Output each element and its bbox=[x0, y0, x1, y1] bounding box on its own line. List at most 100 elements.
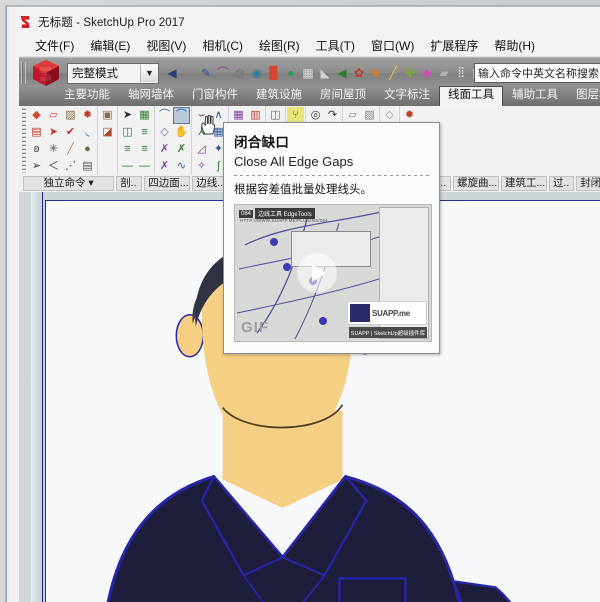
edge-x-icon[interactable]: ✗ bbox=[156, 141, 173, 158]
edge-hand-icon[interactable]: ✋ bbox=[173, 124, 190, 141]
quick-icon-row[interactable]: ◀ ◌ ✎ ⌒ ◍ ◉ ▉ ● ▦ ◣ ◀ ✿ ❀ ╱ ✤ ◆ ▰ ⣿ ▣ ▸ … bbox=[164, 65, 520, 81]
caption-seal[interactable]: 封闭 bbox=[576, 176, 600, 191]
curve-blue-icon[interactable]: ◟ bbox=[79, 124, 96, 141]
diamond-icon[interactable]: ◆ bbox=[419, 65, 435, 81]
scale-icon[interactable]: ◣ bbox=[317, 65, 333, 81]
edge-y-icon[interactable]: ✗ bbox=[173, 141, 190, 158]
angle-icon[interactable]: ＜ bbox=[45, 158, 62, 175]
toolbar-grip[interactable] bbox=[21, 62, 26, 84]
cursor-dots-icon[interactable]: ⋰ bbox=[62, 158, 79, 175]
car-icon[interactable]: ▰ bbox=[436, 65, 452, 81]
tooltip-gif-preview[interactable]: 084 边线工具 EdgeTools HTTP://WWW.SUAPP.ME/P… bbox=[234, 204, 432, 342]
caption-transition[interactable]: 过.. bbox=[549, 176, 574, 191]
menu-window[interactable]: 窗口(W) bbox=[363, 35, 422, 57]
pencil-icon[interactable]: ✎ bbox=[198, 65, 214, 81]
menu-help[interactable]: 帮助(H) bbox=[486, 35, 543, 57]
tab-door-window[interactable]: 门窗构件 bbox=[183, 86, 247, 106]
tooltip-title: 闭合缺口 bbox=[234, 131, 430, 151]
leaf-icon[interactable]: ✤ bbox=[402, 65, 418, 81]
caption-section[interactable]: 剖.. bbox=[116, 176, 142, 191]
grid-icon[interactable]: ▦ bbox=[300, 65, 316, 81]
chevron-down-icon[interactable]: ▼ bbox=[140, 65, 158, 82]
tab-grid-wall[interactable]: 轴网墙体 bbox=[119, 86, 183, 106]
search-input[interactable]: 输入命令中英文名称搜索 bbox=[474, 63, 600, 83]
check-red-icon[interactable]: ✔ bbox=[62, 124, 79, 141]
tooltip-subtitle: Close All Edge Gaps bbox=[234, 154, 430, 169]
hatch-rect-icon[interactable]: ▤ bbox=[79, 158, 96, 175]
menu-draw[interactable]: 绘图(R) bbox=[251, 35, 308, 57]
toolbar-tabs[interactable]: 主要功能 轴网墙体 门窗构件 建筑设施 房间屋顶 文字标注 线面工具 辅助工具 … bbox=[19, 87, 600, 106]
play-icon[interactable] bbox=[297, 253, 337, 293]
balloon-icon[interactable]: ● bbox=[283, 65, 299, 81]
paint-bucket-icon[interactable]: ▉ bbox=[266, 65, 282, 81]
menu-file[interactable]: 文件(F) bbox=[27, 35, 82, 57]
suapp-wordmark: SUAPP.me bbox=[372, 309, 410, 318]
section-corner-icon[interactable]: ◪ bbox=[99, 124, 116, 141]
caption-independent-commands[interactable]: 独立命令 ▾ bbox=[23, 176, 114, 191]
menu-bar[interactable]: 文件(F) 编辑(E) 视图(V) 相机(C) 绘图(R) 工具(T) 窗口(W… bbox=[19, 35, 600, 57]
solid-hatch-icon[interactable]: ▨ bbox=[62, 107, 79, 124]
close-all-edge-gaps-icon[interactable]: ⌒ bbox=[173, 107, 190, 124]
document-left-border bbox=[42, 192, 43, 602]
palette-icon[interactable]: ❀ bbox=[368, 65, 384, 81]
eraser-icon[interactable]: ◍ bbox=[232, 65, 248, 81]
caption-quadface[interactable]: 四边面... bbox=[144, 176, 190, 191]
menu-view[interactable]: 视图(V) bbox=[138, 35, 194, 57]
line-icon[interactable]: ╱ bbox=[385, 65, 401, 81]
fan-icon[interactable]: ✿ bbox=[351, 65, 367, 81]
gif-tag-number: 084 bbox=[239, 210, 253, 218]
title-bar: 无标题 - SketchUp Pro 2017 bbox=[19, 11, 600, 33]
box-red-icon[interactable]: ▤ bbox=[28, 124, 45, 141]
loop-icon[interactable]: ʚ bbox=[28, 141, 45, 158]
menu-extensions[interactable]: 扩展程序 bbox=[422, 35, 486, 57]
quad-line-plus-icon[interactable]: — bbox=[136, 158, 153, 175]
quad-split-icon[interactable]: ◫ bbox=[119, 124, 136, 141]
solid-push-icon[interactable]: ◆ bbox=[28, 107, 45, 124]
wing-icon[interactable]: ➢ bbox=[28, 158, 45, 175]
window-title: 无标题 - SketchUp Pro 2017 bbox=[38, 14, 185, 30]
arrow-red-icon[interactable]: ➤ bbox=[45, 124, 62, 141]
circle-dashed-icon[interactable]: ◌ bbox=[181, 65, 197, 81]
edge-diamond-icon[interactable]: ◇ bbox=[156, 124, 173, 141]
quad-grid-icon[interactable]: ▦ bbox=[136, 107, 153, 124]
menu-tools[interactable]: 工具(T) bbox=[308, 35, 363, 57]
tab-building-facility[interactable]: 建筑设施 bbox=[247, 86, 311, 106]
dots-grid-icon[interactable]: ⣿ bbox=[453, 65, 469, 81]
tab-helper-tools[interactable]: 辅助工具 bbox=[503, 86, 567, 106]
sphere-icon[interactable]: ● bbox=[79, 141, 96, 158]
arrow-select-icon[interactable]: ➤ bbox=[119, 107, 136, 124]
menu-edit[interactable]: 编辑(E) bbox=[82, 35, 138, 57]
asterisk-icon[interactable]: ✳ bbox=[45, 141, 62, 158]
quad-line-icon[interactable]: — bbox=[119, 158, 136, 175]
tab-text-label[interactable]: 文字标注 bbox=[375, 86, 439, 106]
quad-lines-plus-icon[interactable]: ≡ bbox=[119, 141, 136, 158]
tab-line-face-tools[interactable]: 线面工具 bbox=[439, 86, 503, 106]
flag-icon[interactable]: ◀ bbox=[334, 65, 350, 81]
gif-badge: GIF bbox=[241, 319, 269, 336]
quad-lines-minus-icon[interactable]: ≡ bbox=[136, 141, 153, 158]
menu-camera[interactable]: 相机(C) bbox=[194, 35, 251, 57]
solid-plane-icon[interactable]: ▱ bbox=[45, 107, 62, 124]
caption-architecture[interactable]: 建筑工... bbox=[501, 176, 547, 191]
tab-room-roof[interactable]: 房间屋顶 bbox=[311, 86, 375, 106]
bevel-icon[interactable]: ◿ bbox=[193, 141, 210, 158]
edge-arc-icon[interactable]: ⌒ bbox=[156, 107, 173, 124]
palette-grip[interactable] bbox=[22, 108, 26, 173]
star-purple-icon[interactable]: ✧ bbox=[193, 158, 210, 175]
quad-lines-icon[interactable]: ≡ bbox=[136, 124, 153, 141]
solid-star-icon[interactable]: ✹ bbox=[79, 107, 96, 124]
mode-select[interactable]: 完整模式 ▼ bbox=[67, 63, 159, 84]
tooltip-description: 根据容差值批量处理线头。 bbox=[234, 181, 430, 197]
section-cube-icon[interactable]: ▣ bbox=[99, 107, 116, 124]
select-icon[interactable]: ◀ bbox=[164, 65, 180, 81]
tab-layer-group[interactable]: 图层群组 bbox=[567, 86, 600, 106]
palette-group-independent: ◆ ▱ ▨ ✹ ▤ ➤ ✔ ◟ ʚ ✳ ╱ ● ➢ ＜ ⋰ ▤ bbox=[27, 106, 98, 175]
arc-icon[interactable]: ⌒ bbox=[215, 65, 231, 81]
tab-main-functions[interactable]: 主要功能 bbox=[55, 86, 119, 106]
edge-z-icon[interactable]: ✗ bbox=[156, 158, 173, 175]
slash-tan-icon[interactable]: ╱ bbox=[62, 141, 79, 158]
spiral-icon[interactable]: ◉ bbox=[249, 65, 265, 81]
plugin-toolbar: 完整模式 ▼ ◀ ◌ ✎ ⌒ ◍ ◉ ▉ ● ▦ ◣ ◀ ✿ ❀ ╱ ✤ ◆ ▰… bbox=[19, 57, 600, 88]
edge-wave-icon[interactable]: ∿ bbox=[173, 158, 190, 175]
caption-spiral[interactable]: 螺旋曲... bbox=[453, 176, 499, 191]
